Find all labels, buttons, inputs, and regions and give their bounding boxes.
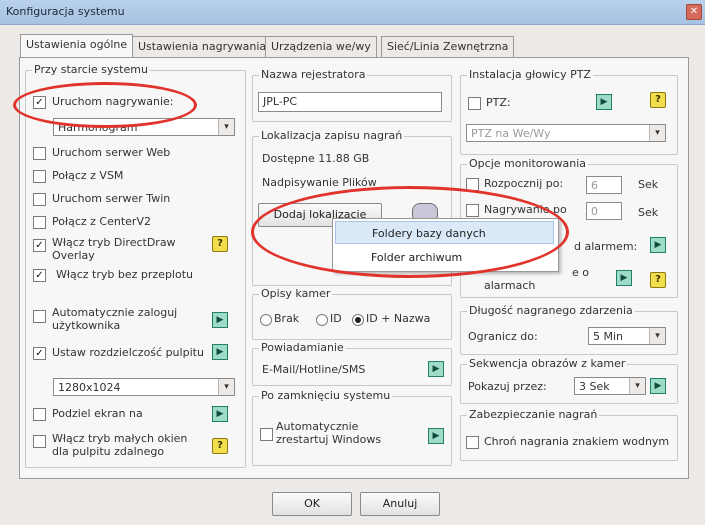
- resolution-checkbox[interactable]: ✓: [33, 347, 46, 360]
- help-icon[interactable]: ?: [650, 92, 666, 108]
- split-screen-checkbox[interactable]: [33, 408, 46, 421]
- alarms-info-label: e o: [572, 266, 589, 279]
- restart-windows-label: Automatycznie zrestartuj Windows: [276, 420, 382, 446]
- go-icon[interactable]: ▶: [596, 94, 612, 110]
- radio-id-name[interactable]: [352, 314, 364, 326]
- event-limit-select[interactable]: 5 Min ▾: [588, 327, 666, 345]
- vsm-label: Połącz z VSM: [52, 169, 124, 182]
- no-skip-checkbox[interactable]: ✓: [33, 269, 46, 282]
- start-after-input[interactable]: 6: [586, 176, 622, 194]
- web-server-label: Uruchom serwer Web: [52, 146, 171, 159]
- monitoring-title: Opcje monitorowania: [467, 157, 589, 170]
- watermark-checkbox[interactable]: [466, 436, 479, 449]
- go-icon[interactable]: ▶: [428, 428, 444, 444]
- sequence-title: Sekwencja obrazów z kamer: [467, 357, 628, 370]
- split-screen-label: Podziel ekran na: [52, 407, 143, 420]
- camera-labels-title: Opisy kamer: [259, 287, 333, 300]
- notify-value: E-Mail/Hotline/SMS: [262, 363, 366, 376]
- ok-button[interactable]: OK: [272, 492, 352, 516]
- go-icon[interactable]: ▶: [212, 312, 228, 328]
- ptz-select-value: PTZ na We/Wy: [471, 127, 551, 140]
- tab-network[interactable]: Sieć/Linia Zewnętrzna: [381, 36, 515, 57]
- tab-recording[interactable]: Ustawienia nagrywania: [132, 36, 273, 57]
- start-after-label: Rozpocznij po:: [484, 177, 564, 190]
- vsm-checkbox[interactable]: [33, 170, 46, 183]
- go-icon[interactable]: ▶: [650, 237, 666, 253]
- startup-group-title: Przy starcie systemu: [32, 63, 150, 76]
- annotation-ellipse: [13, 82, 197, 128]
- radio-id-label: ID: [330, 312, 342, 325]
- tab-io-devices[interactable]: Urządzenia we/wy: [265, 36, 377, 57]
- record-after-input[interactable]: 0: [586, 202, 622, 220]
- close-icon[interactable]: ✕: [686, 4, 702, 20]
- small-windows-label: Włącz tryb małych okien dla pulpitu zdal…: [52, 432, 188, 458]
- ptz-checkbox[interactable]: [468, 97, 481, 110]
- sek-label-1: Sek: [638, 178, 659, 191]
- shutdown-title: Po zamknięciu systemu: [259, 389, 393, 402]
- chevron-down-icon[interactable]: ▾: [649, 328, 665, 344]
- go-icon[interactable]: ▶: [212, 344, 228, 360]
- resolution-value: 1280x1024: [58, 381, 121, 394]
- help-icon[interactable]: ?: [212, 438, 228, 454]
- twin-server-label: Uruchom serwer Twin: [52, 192, 171, 205]
- ptz-select[interactable]: PTZ na We/Wy ▾: [466, 124, 666, 142]
- directdraw-label: Włącz tryb DirectDraw Overlay: [52, 236, 176, 262]
- recorder-name-input[interactable]: JPL-PC: [258, 92, 442, 112]
- notify-title: Powiadamianie: [259, 341, 346, 354]
- alarms-label: alarmach: [484, 279, 536, 292]
- alarm-label: d alarmem:: [574, 240, 638, 253]
- radio-id[interactable]: [316, 314, 328, 326]
- radio-none[interactable]: [260, 314, 272, 326]
- ptz-group: Instalacja głowicy PTZ: [460, 68, 678, 155]
- event-limit-value: 5 Min: [593, 330, 624, 343]
- no-skip-label: Włącz tryb bez przeplotu: [56, 268, 194, 281]
- small-windows-checkbox[interactable]: [33, 435, 46, 448]
- directdraw-checkbox[interactable]: ✓: [33, 239, 46, 252]
- restart-windows-checkbox[interactable]: [260, 428, 273, 441]
- ptz-title: Instalacja głowicy PTZ: [467, 68, 593, 81]
- chevron-down-icon[interactable]: ▾: [629, 378, 645, 394]
- title-bar: Konfiguracja systemu ✕: [0, 0, 705, 25]
- sequence-value: 3 Sek: [579, 380, 610, 393]
- storage-overwrite: Nadpisywanie Plików: [262, 176, 377, 189]
- web-server-checkbox[interactable]: [33, 147, 46, 160]
- chevron-down-icon[interactable]: ▾: [218, 379, 234, 395]
- help-icon[interactable]: ?: [650, 272, 666, 288]
- storage-available: Dostępne 11.88 GB: [262, 152, 370, 165]
- go-icon[interactable]: ▶: [616, 270, 632, 286]
- security-title: Zabezpieczanie nagrań: [467, 408, 600, 421]
- twin-server-checkbox[interactable]: [33, 193, 46, 206]
- go-icon[interactable]: ▶: [428, 361, 444, 377]
- sequence-select[interactable]: 3 Sek ▾: [574, 377, 646, 395]
- radio-id-name-label: ID + Nazwa: [366, 312, 431, 325]
- tab-general[interactable]: Ustawienia ogólne: [20, 34, 134, 58]
- watermark-label: Chroń nagrania znakiem wodnym: [484, 435, 670, 448]
- config-window: Konfiguracja systemu ✕ Ustawienia ogólne…: [0, 0, 705, 525]
- window-title: Konfiguracja systemu: [6, 5, 125, 18]
- resolution-select[interactable]: 1280x1024 ▾: [53, 378, 235, 396]
- go-icon[interactable]: ▶: [212, 406, 228, 422]
- ptz-label: PTZ:: [486, 96, 511, 109]
- centerv2-label: Połącz z CenterV2: [52, 215, 151, 228]
- recorder-name-title: Nazwa rejestratora: [259, 68, 368, 81]
- sek-label-2: Sek: [638, 206, 659, 219]
- go-icon[interactable]: ▶: [650, 378, 666, 394]
- centerv2-checkbox[interactable]: [33, 216, 46, 229]
- autologin-checkbox[interactable]: [33, 310, 46, 323]
- cancel-button[interactable]: Anuluj: [360, 492, 440, 516]
- radio-none-label: Brak: [274, 312, 300, 325]
- chevron-down-icon[interactable]: ▾: [218, 119, 234, 135]
- event-length-title: Długość nagranego zdarzenia: [467, 304, 635, 317]
- help-icon[interactable]: ?: [212, 236, 228, 252]
- annotation-ellipse: [251, 186, 569, 278]
- resolution-label: Ustaw rozdzielczość pulpitu: [52, 346, 204, 359]
- chevron-down-icon[interactable]: ▾: [649, 125, 665, 141]
- autologin-label: Automatycznie zaloguj użytkownika: [52, 306, 178, 332]
- sequence-show-label: Pokazuj przez:: [468, 380, 547, 393]
- storage-title: Lokalizacja zapisu nagrań: [259, 129, 405, 142]
- event-limit-label: Ogranicz do:: [468, 330, 538, 343]
